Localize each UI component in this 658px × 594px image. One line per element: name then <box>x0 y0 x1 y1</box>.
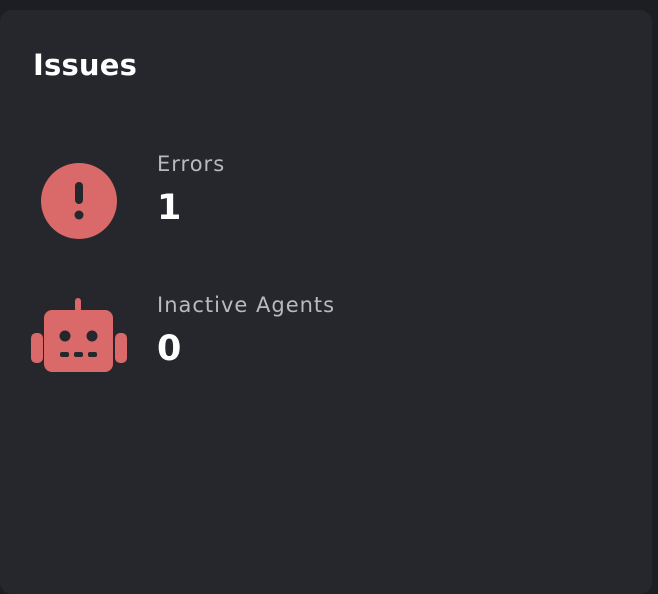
issue-row-errors[interactable]: Errors 1 <box>0 148 652 239</box>
issue-row-inactive-agents[interactable]: Inactive Agents 0 <box>0 289 652 379</box>
errors-label: Errors <box>157 152 226 176</box>
errors-count: 1 <box>157 188 182 228</box>
robot-icon <box>30 294 130 380</box>
card-title: Issues <box>33 48 138 82</box>
exclamation-circle-icon <box>30 153 130 239</box>
issues-card: Issues Errors 1 Inactive Agents 0 <box>0 10 652 594</box>
inactive-agents-count: 0 <box>157 329 182 369</box>
inactive-agents-label: Inactive Agents <box>157 293 336 317</box>
